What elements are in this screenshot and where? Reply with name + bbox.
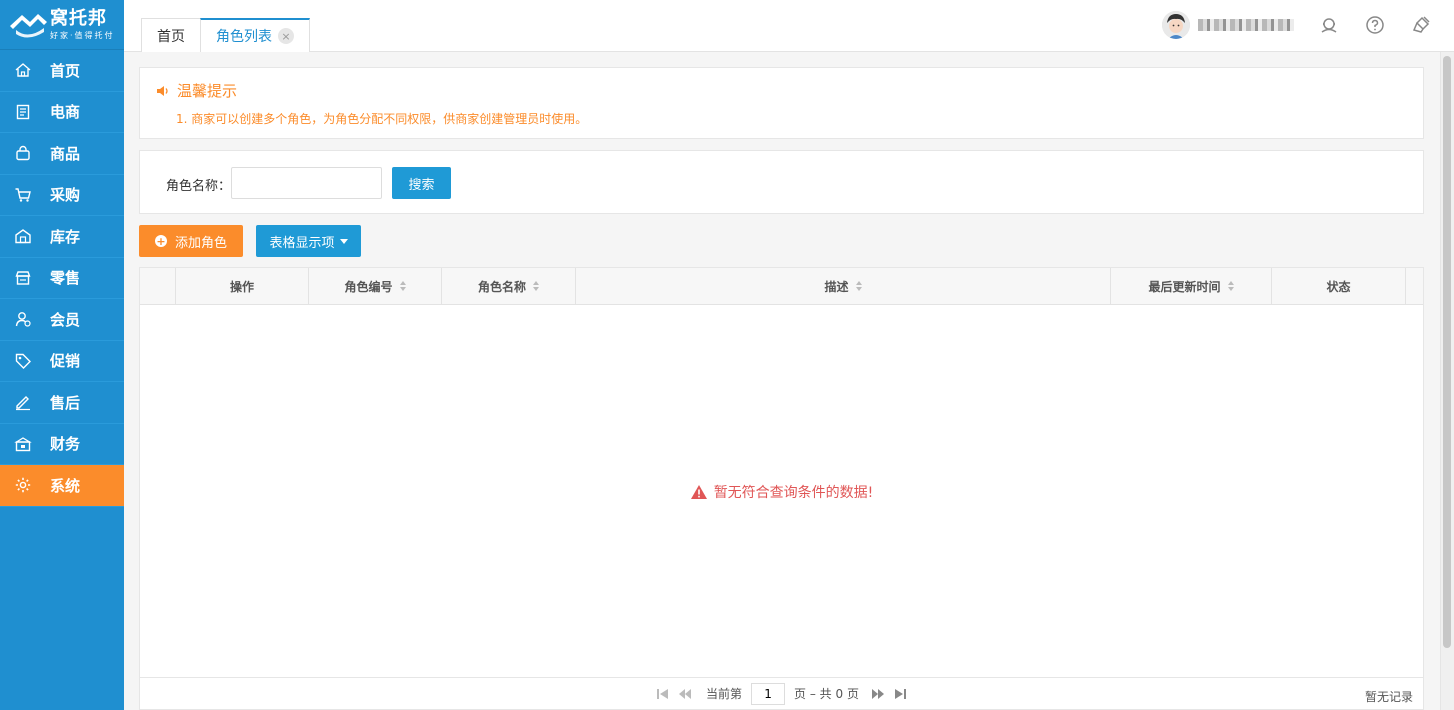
sidebar: 窝托邦 好家·值得托付 首页 电商 商品 采购 库存 零售 会员 促销 售后 财…	[0, 0, 124, 710]
sidebar-item-retail[interactable]: 零售	[0, 258, 124, 299]
sort-icon	[399, 281, 406, 291]
scrollbar-thumb[interactable]	[1443, 56, 1451, 648]
table-columns-button[interactable]: 表格显示项	[256, 225, 361, 257]
prev-page-icon[interactable]	[678, 688, 692, 700]
search-button[interactable]: 搜索	[392, 167, 451, 199]
cart-icon	[14, 186, 32, 204]
column-header-role-id[interactable]: 角色编号	[309, 268, 442, 304]
next-page-icon[interactable]	[871, 688, 885, 700]
add-role-button[interactable]: + 添加角色	[139, 225, 243, 257]
sidebar-item-members[interactable]: 会员	[0, 299, 124, 341]
tab-label: 首页	[157, 28, 185, 45]
pagination: 当前第 页 – 共 0 页 暂无记录	[140, 677, 1423, 709]
sort-icon	[855, 281, 862, 291]
sidebar-item-finance[interactable]: 财务	[0, 424, 124, 465]
sidebar-item-label: 促销	[50, 352, 81, 371]
column-header-updated-time[interactable]: 最后更新时间	[1111, 268, 1272, 304]
sidebar-item-purchase[interactable]: 采购	[0, 175, 124, 216]
warning-icon	[690, 485, 707, 499]
tab-home[interactable]: 首页	[141, 18, 201, 52]
logo[interactable]: 窝托邦 好家·值得托付	[0, 0, 124, 50]
role-name-label: 角色名称：	[166, 179, 232, 194]
empty-state: 暂无符合查询条件的数据!	[140, 482, 1423, 502]
logo-house-icon	[8, 10, 48, 40]
support-icon[interactable]	[1318, 14, 1340, 36]
record-count: 暂无记录	[1364, 690, 1413, 704]
avatar[interactable]	[1162, 11, 1190, 39]
column-header-actions: 操作	[176, 268, 309, 304]
bag-icon	[14, 144, 32, 162]
first-page-icon[interactable]	[656, 688, 670, 700]
tips-title: 温馨提示	[156, 80, 237, 101]
empty-message: 暂无符合查询条件的数据!	[713, 485, 874, 501]
sidebar-item-label: 电商	[50, 103, 81, 122]
plus-circle-icon: +	[154, 234, 167, 248]
sort-icon	[1227, 281, 1234, 291]
sidebar-item-label: 商品	[50, 144, 81, 163]
sidebar-item-label: 售后	[50, 393, 81, 412]
sidebar-item-home[interactable]: 首页	[0, 50, 124, 92]
caret-down-icon	[339, 238, 348, 244]
sidebar-item-label: 财务	[50, 435, 81, 454]
last-page-icon[interactable]	[893, 688, 907, 700]
clear-cache-icon[interactable]	[1410, 14, 1432, 36]
column-header-role-name[interactable]: 角色名称	[442, 268, 576, 304]
sidebar-item-label: 系统	[50, 476, 81, 495]
finance-icon	[14, 435, 32, 453]
tab-role-list[interactable]: 角色列表 ×	[200, 18, 310, 52]
tab-label: 角色列表	[216, 29, 272, 45]
sidebar-item-label: 库存	[50, 227, 81, 246]
sidebar-item-label: 采购	[50, 186, 81, 205]
checkbox-column-header	[140, 268, 176, 304]
speaker-icon	[157, 85, 168, 96]
user-area	[1162, 11, 1432, 39]
tab-bar: 首页 角色列表 ×	[141, 18, 310, 52]
document-icon	[14, 103, 32, 121]
pen-icon	[14, 393, 32, 411]
sort-icon	[533, 281, 539, 291]
tips-panel: 温馨提示 1. 商家可以创建多个角色，为角色分配不同权限，供商家创建管理员时使用…	[139, 67, 1424, 139]
brand-title: 窝托邦	[50, 7, 107, 29]
role-name-input[interactable]	[231, 167, 382, 199]
sidebar-item-aftersales[interactable]: 售后	[0, 382, 124, 424]
sidebar-item-inventory[interactable]: 库存	[0, 216, 124, 258]
pager-suffix: 页 – 共 0 页	[794, 687, 859, 701]
sidebar-nav: 首页 电商 商品 采购 库存 零售 会员 促销 售后 财务 系统	[0, 50, 124, 507]
search-panel: 角色名称： 搜索	[139, 150, 1424, 214]
sidebar-item-label: 零售	[50, 269, 81, 288]
column-header-status: 状态	[1272, 268, 1406, 304]
home-icon	[14, 61, 32, 79]
add-role-label: 添加角色	[174, 235, 227, 251]
pager-prefix: 当前第	[706, 687, 743, 701]
tag-icon	[14, 352, 32, 370]
username-blurred	[1198, 19, 1294, 31]
tips-line: 1. 商家可以创建多个角色，为角色分配不同权限，供商家创建管理员时使用。	[176, 112, 588, 126]
warehouse-icon	[14, 227, 32, 245]
sidebar-item-products[interactable]: 商品	[0, 133, 124, 175]
sidebar-item-label: 会员	[50, 310, 81, 329]
tips-title-text: 温馨提示	[177, 82, 238, 100]
store-icon	[14, 269, 32, 287]
page-number-input[interactable]	[751, 682, 786, 705]
sidebar-item-system[interactable]: 系统	[0, 465, 124, 507]
top-bar: 首页 角色列表 ×	[124, 0, 1454, 52]
gear-icon	[14, 476, 32, 494]
sidebar-item-promotion[interactable]: 促销	[0, 341, 124, 382]
member-icon	[14, 310, 32, 328]
help-icon[interactable]	[1364, 14, 1386, 36]
sidebar-item-label: 首页	[50, 61, 81, 80]
table-header: 操作 角色编号 角色名称 描述 最后更新时间 状态	[140, 268, 1423, 305]
role-table: 操作 角色编号 角色名称 描述 最后更新时间 状态 暂无符合查询条件的数据! 当…	[139, 267, 1424, 710]
column-header-description[interactable]: 描述	[576, 268, 1111, 304]
table-columns-label: 表格显示项	[269, 235, 335, 251]
close-icon[interactable]: ×	[278, 28, 294, 44]
brand-subtitle: 好家·值得托付	[50, 30, 115, 40]
sidebar-item-ecommerce[interactable]: 电商	[0, 92, 124, 133]
